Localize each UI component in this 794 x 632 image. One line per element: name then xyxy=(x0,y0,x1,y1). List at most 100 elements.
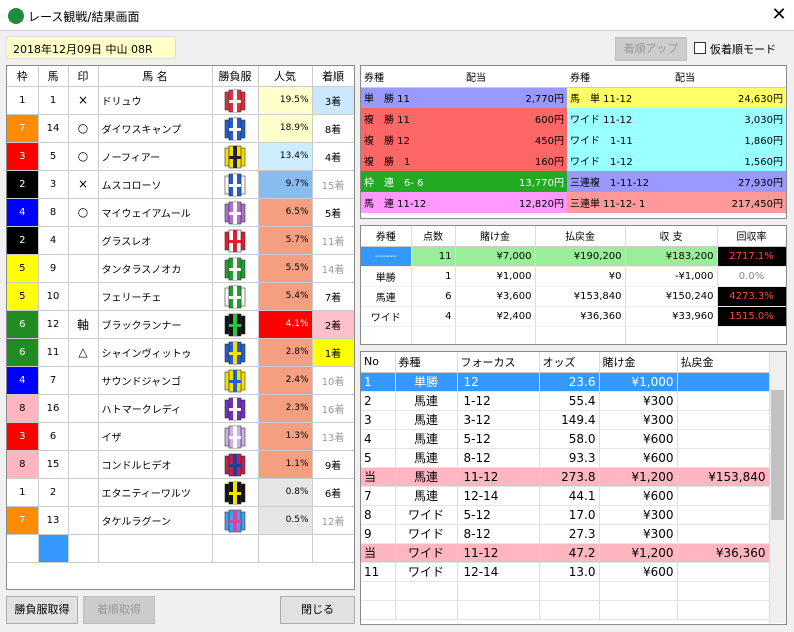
mark-cell[interactable]: ○ xyxy=(68,198,99,227)
horse-row[interactable]: 2 3 × ムスコローソ 9.7% 15着 xyxy=(7,170,354,199)
waku-cell: 7 xyxy=(7,114,39,143)
mark-cell[interactable] xyxy=(68,282,99,311)
mark-cell[interactable]: △ xyxy=(68,338,99,367)
bet-row[interactable]: 3 馬連 3-12 149.4 ¥300 xyxy=(361,410,770,430)
horse-row[interactable]: 5 9 タンタラスノオカ 5.5% 14着 xyxy=(7,254,354,283)
horse-row[interactable]: 4 8 ○ マイウェイアムール 6.5% 5着 xyxy=(7,198,354,227)
summary-count: 11 xyxy=(411,246,456,267)
mark-cell[interactable]: × xyxy=(68,170,99,199)
bet-return xyxy=(677,562,770,582)
horse-header[interactable]: 馬 名 xyxy=(98,66,213,87)
mark-cell[interactable]: ○ xyxy=(68,114,99,143)
mark-cell[interactable] xyxy=(68,254,99,283)
horse-row[interactable]: 1 1 × ドリュウ 19.5% 3着 xyxy=(7,86,354,115)
waku-cell: 5 xyxy=(7,282,39,311)
bets-header[interactable]: 払戻金 xyxy=(677,352,770,373)
bet-row[interactable]: 7 馬連 12-14 44.1 ¥600 xyxy=(361,486,770,506)
payout-type: 複 勝 11 xyxy=(361,108,463,129)
mark-cell[interactable]: × xyxy=(68,86,99,115)
empty-cell xyxy=(68,534,99,563)
bets-header[interactable]: フォーカス xyxy=(457,352,540,373)
popularity-cell: 9.7% xyxy=(258,170,313,199)
get-silks-button[interactable]: 勝負服取得 xyxy=(6,596,78,624)
summary-row[interactable]: ------ 11 ¥7,000 ¥190,200 ¥183,200 2717.1% xyxy=(361,246,786,267)
bet-row[interactable]: 当馬連 11-12 273.8 ¥1,200 ¥153,840 xyxy=(361,467,770,487)
horse-header[interactable]: 着順 xyxy=(312,66,354,87)
summary-row[interactable]: 馬連 6 ¥3,600 ¥153,840 ¥150,240 4273.3% xyxy=(361,286,786,307)
silk-cell xyxy=(212,86,259,115)
mark-cell[interactable]: ○ xyxy=(68,142,99,171)
horse-number: 15 xyxy=(38,450,69,479)
jockey-silk-icon xyxy=(223,228,247,253)
summary-row-empty xyxy=(361,326,786,344)
popularity-cell: 18.9% xyxy=(258,114,313,143)
bet-odds: 58.0 xyxy=(539,429,600,449)
horse-row-empty[interactable] xyxy=(7,534,354,563)
silk-cell xyxy=(212,478,259,507)
empty-cell xyxy=(395,600,458,620)
payout-row: 馬 連 11-12 12,820円 三連単 11-12- 1 217,450円 xyxy=(361,192,786,213)
rank-up-button[interactable]: 着順アップ xyxy=(615,37,687,61)
horse-header[interactable]: 勝負服 xyxy=(212,66,259,87)
mark-cell[interactable] xyxy=(68,422,99,451)
close-icon[interactable]: ✕ xyxy=(768,4,790,26)
bet-row[interactable]: 当ワイド 11-12 47.2 ¥1,200 ¥36,360 xyxy=(361,543,770,563)
horse-row[interactable]: 6 11 △ シャインヴィットゥ 2.8% 1着 xyxy=(7,338,354,367)
mark-cell[interactable] xyxy=(68,506,99,535)
empty-cell xyxy=(717,326,786,344)
bets-scrollbar-thumb[interactable] xyxy=(771,390,784,520)
jockey-silk-icon xyxy=(223,340,247,365)
horse-row[interactable]: 8 15 コンドルヒデオ 1.1% 9着 xyxy=(7,450,354,479)
bet-row[interactable]: 11 ワイド 12-14 13.0 ¥600 xyxy=(361,562,770,582)
horse-header[interactable]: 人気 xyxy=(258,66,313,87)
horse-row[interactable]: 2 4 グラスレオ 5.7% 11着 xyxy=(7,226,354,255)
mark-cell[interactable]: 軸 xyxy=(68,310,99,339)
bet-row[interactable]: 8 ワイド 5-12 17.0 ¥300 xyxy=(361,505,770,525)
horse-row[interactable]: 1 2 エタニティーワルツ 0.8% 6着 xyxy=(7,478,354,507)
close-button[interactable]: 閉じる xyxy=(280,596,355,624)
horse-header[interactable]: 枠 xyxy=(7,66,39,87)
horse-row[interactable]: 7 13 タケルラグーン 0.5% 12着 xyxy=(7,506,354,535)
empty-cell xyxy=(539,600,600,620)
horse-name: フェリーチェ xyxy=(98,282,213,311)
mark-cell[interactable] xyxy=(68,226,99,255)
empty-cell xyxy=(361,581,396,601)
bets-header[interactable]: オッズ xyxy=(539,352,600,373)
mark-cell[interactable] xyxy=(68,366,99,395)
horse-row[interactable]: 8 16 ハトマークレディ 2.3% 16着 xyxy=(7,394,354,423)
horse-number: 9 xyxy=(38,254,69,283)
horse-header[interactable]: 印 xyxy=(68,66,99,87)
horse-row[interactable]: 5 10 フェリーチェ 5.4% 7着 xyxy=(7,282,354,311)
bets-header[interactable]: No xyxy=(361,352,396,373)
mark-cell[interactable] xyxy=(68,478,99,507)
payout-row: 複 勝 1 160円 ワイド 1-12 1,560円 xyxy=(361,150,786,171)
horse-row[interactable]: 6 12 軸ブラックランナー 4.1% 2着 xyxy=(7,310,354,339)
mark-cell[interactable] xyxy=(68,394,99,423)
bet-row[interactable]: 5 馬連 8-12 93.3 ¥600 xyxy=(361,448,770,468)
temp-mode-checkbox[interactable] xyxy=(694,42,706,54)
payout-value: 1,560円 xyxy=(672,150,786,171)
bet-focus: 12-14 xyxy=(457,562,540,582)
horse-row[interactable]: 3 5 ○ ノーフィアー 13.4% 4着 xyxy=(7,142,354,171)
summary-bet: ¥3,600 xyxy=(455,286,536,307)
horse-row[interactable]: 7 14 ○ ダイワスキャンプ 18.9% 8着 xyxy=(7,114,354,143)
bet-row[interactable]: 4 馬連 5-12 58.0 ¥600 xyxy=(361,429,770,449)
bet-row[interactable]: 1 単勝 12 23.6 ¥1,000 xyxy=(361,372,770,392)
mark-cell[interactable] xyxy=(68,450,99,479)
bet-no: 11 xyxy=(361,562,396,582)
jockey-silk-icon xyxy=(223,172,247,197)
bet-row[interactable]: 2 馬連 1-12 55.4 ¥300 xyxy=(361,391,770,411)
horse-row[interactable]: 4 7 サウンドジャンゴ 2.4% 10着 xyxy=(7,366,354,395)
bet-row[interactable]: 9 ワイド 8-12 27.3 ¥300 xyxy=(361,524,770,544)
empty-cell xyxy=(455,326,536,344)
bets-header[interactable]: 賭け金 xyxy=(599,352,678,373)
summary-row[interactable]: ワイド 4 ¥2,400 ¥36,360 ¥33,960 1515.0% xyxy=(361,306,786,327)
rank-cell: 8着 xyxy=(312,114,354,143)
horse-number: 1 xyxy=(38,86,69,115)
get-rank-button[interactable]: 着順取得 xyxy=(83,596,155,624)
bet-type: ワイド xyxy=(395,505,458,525)
horse-header[interactable]: 馬 xyxy=(38,66,69,87)
bets-header[interactable]: 券種 xyxy=(395,352,458,373)
summary-row[interactable]: 単勝 1 ¥1,000 ¥0 -¥1,000 0.0% xyxy=(361,266,786,287)
horse-row[interactable]: 3 6 イザ 1.3% 13着 xyxy=(7,422,354,451)
